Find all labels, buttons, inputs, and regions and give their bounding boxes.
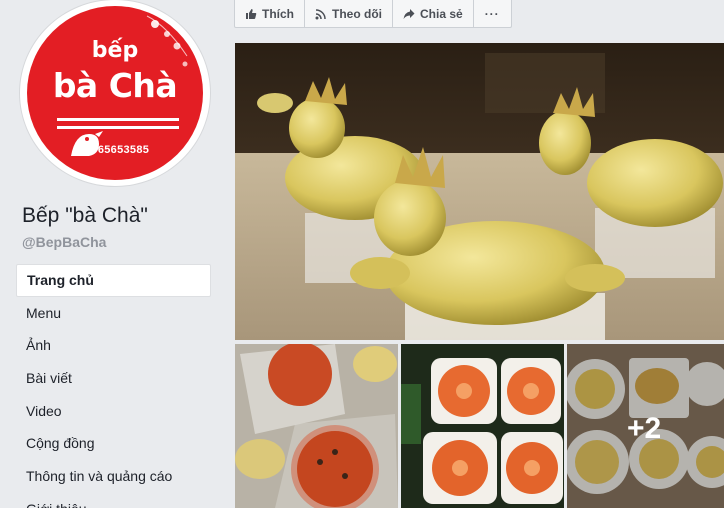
page-username[interactable]: @BepBaCha bbox=[22, 234, 106, 250]
thumbnail-shrimp-trays[interactable] bbox=[401, 344, 564, 508]
facebook-page: bếp bà Chà 0965653585 Bếp "bà Chà" @BepB… bbox=[0, 0, 724, 508]
nav-item-posts[interactable]: Bài viết bbox=[16, 362, 211, 395]
page-action-bar: Thích Theo dõi Chia sẻ ··· bbox=[234, 0, 512, 28]
page-title[interactable]: Bếp "bà Chà" bbox=[22, 204, 148, 228]
left-sidebar: bếp bà Chà 0965653585 Bếp "bà Chà" @BepB… bbox=[0, 0, 222, 508]
like-label: Thích bbox=[262, 6, 294, 21]
more-photos-count: +2 bbox=[627, 412, 662, 445]
chicken-photo-image bbox=[235, 43, 724, 340]
ellipsis-icon: ··· bbox=[484, 6, 500, 21]
share-arrow-icon bbox=[403, 8, 415, 20]
sticky-rice-photo-image bbox=[235, 344, 398, 508]
logo-text-ba-cha: bà Chà bbox=[52, 66, 178, 105]
nav-item-about[interactable]: Giới thiệu bbox=[16, 493, 211, 508]
nav-item-home[interactable]: Trang chủ bbox=[16, 264, 211, 297]
brand-logo: bếp bà Chà 0965653585 bbox=[27, 6, 203, 180]
thumbnail-more-photos[interactable]: +2 bbox=[567, 344, 724, 508]
share-label: Chia sẻ bbox=[420, 6, 463, 21]
share-button[interactable]: Chia sẻ bbox=[393, 0, 474, 28]
nav-item-videos[interactable]: Video bbox=[16, 395, 211, 428]
follow-button[interactable]: Theo dõi bbox=[305, 0, 393, 28]
profile-picture[interactable]: bếp bà Chà 0965653585 bbox=[20, 0, 210, 186]
thumbnail-sticky-rice[interactable] bbox=[235, 344, 398, 508]
nav-item-photos[interactable]: Ảnh bbox=[16, 329, 211, 362]
follow-label: Theo dõi bbox=[332, 6, 382, 21]
featured-photos: +2 bbox=[235, 43, 724, 508]
more-options-button[interactable]: ··· bbox=[473, 0, 512, 28]
logo-text-bep: bếp bbox=[91, 38, 139, 63]
logo-phone: 0965653585 bbox=[85, 144, 150, 156]
nav-item-info-ads[interactable]: Thông tin và quảng cáo bbox=[16, 460, 211, 493]
shrimp-photo-image bbox=[401, 344, 564, 508]
rss-icon bbox=[315, 8, 327, 20]
nav-item-menu[interactable]: Menu bbox=[16, 297, 211, 330]
main-photo-boiled-chickens[interactable] bbox=[235, 43, 724, 340]
thumbs-up-icon bbox=[245, 8, 257, 20]
page-nav: Trang chủ Menu Ảnh Bài viết Video Cộng đ… bbox=[16, 264, 211, 508]
like-button[interactable]: Thích bbox=[234, 0, 305, 28]
nav-item-community[interactable]: Cộng đồng bbox=[16, 427, 211, 460]
